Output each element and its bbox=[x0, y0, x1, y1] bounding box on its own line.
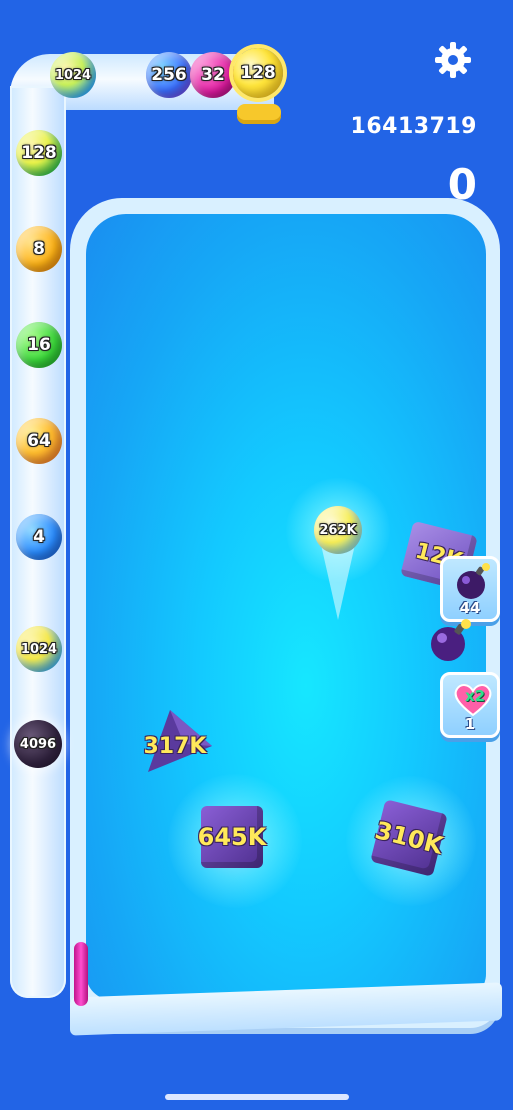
number-block: 645K bbox=[198, 806, 266, 868]
chute-ball: 4096 bbox=[14, 720, 62, 768]
heart-count: 1 bbox=[464, 715, 476, 733]
bomb-icon bbox=[431, 619, 471, 661]
home-indicator[interactable] bbox=[165, 1094, 349, 1100]
number-block: 317K bbox=[143, 733, 207, 759]
chute-ball: 8 bbox=[16, 226, 62, 272]
heart-multiplier: x2 bbox=[465, 687, 486, 705]
chute-ball: 16 bbox=[16, 322, 62, 368]
chute-ball: 256 bbox=[146, 52, 192, 98]
score-display: 16413719 bbox=[350, 114, 477, 139]
bomb-powerup-button[interactable]: 44 bbox=[440, 556, 500, 622]
next-ball: 128 bbox=[233, 48, 283, 98]
chute-ball: 128 bbox=[16, 130, 62, 176]
launcher-plunger[interactable] bbox=[74, 942, 88, 1006]
chute-ball: 64 bbox=[16, 418, 62, 464]
chute-ball: 1024 bbox=[16, 626, 62, 672]
combo-counter: 0 bbox=[447, 160, 477, 209]
bomb-icon bbox=[457, 563, 490, 599]
chute-ball: 1024 bbox=[50, 52, 96, 98]
shot-ball: 262K bbox=[314, 506, 362, 554]
chute-ball: 4 bbox=[16, 514, 62, 560]
bomb-count: 44 bbox=[459, 599, 481, 617]
heart-powerup-button[interactable]: x2 1 bbox=[440, 672, 500, 738]
gear-icon[interactable] bbox=[433, 40, 473, 80]
